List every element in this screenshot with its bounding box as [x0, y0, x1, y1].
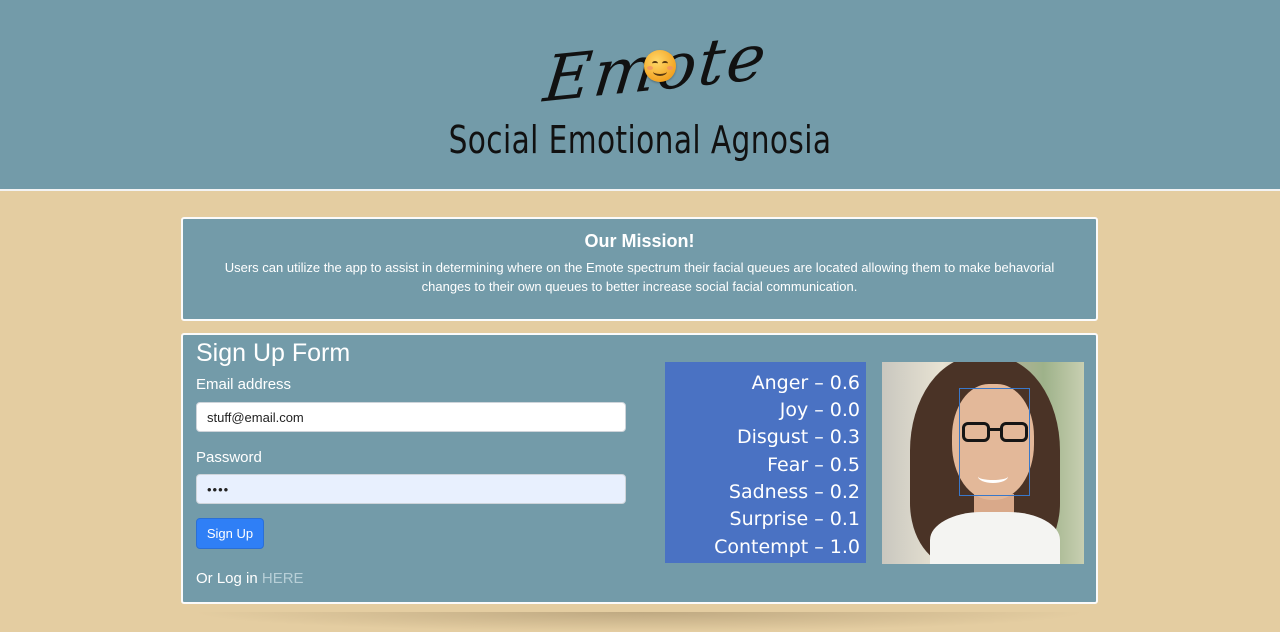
- emotion-score-contempt: Contempt – 1.0: [714, 536, 860, 558]
- password-field[interactable]: [196, 474, 626, 504]
- emotion-score-disgust: Disgust – 0.3: [736, 426, 860, 448]
- mission-panel: Our Mission! Users can utilize the app t…: [181, 217, 1098, 321]
- emotion-scores-panel: Anger – 0.6 Joy – 0.0 Disgust – 0.3 Fear…: [665, 362, 866, 563]
- email-label: Email address: [196, 376, 292, 393]
- emotion-score-fear: Fear – 0.5: [767, 454, 860, 476]
- mission-text: Users can utilize the app to assist in d…: [224, 260, 1055, 294]
- site-header: Emote Social Emotional Agnosia: [0, 0, 1280, 191]
- sign-up-button[interactable]: Sign Up: [196, 518, 264, 549]
- emotion-score-sadness: Sadness – 0.2: [728, 481, 860, 503]
- site-subtitle: Social Emotional Agnosia: [448, 118, 832, 162]
- mission-title: Our Mission!: [584, 231, 695, 251]
- signup-title: Sign Up Form: [196, 339, 351, 367]
- face-detection-photo: [882, 362, 1084, 564]
- login-here-link[interactable]: HERE: [262, 570, 304, 587]
- emotion-score-anger: Anger – 0.6: [751, 372, 860, 394]
- face-detection-box: [959, 388, 1030, 496]
- emotion-score-joy: Joy – 0.0: [779, 399, 860, 421]
- email-field[interactable]: [196, 402, 626, 432]
- smiley-emoji-icon: [644, 50, 676, 82]
- emotion-score-surprise: Surprise – 0.1: [729, 508, 860, 530]
- signup-panel: Sign Up Form Email address Password Sign…: [181, 333, 1098, 604]
- password-label: Password: [196, 449, 262, 466]
- login-prefix: Or Log in: [196, 570, 258, 587]
- login-prompt: Or Log in HERE: [196, 570, 304, 587]
- bottom-shadow: [190, 612, 1090, 632]
- emote-logo: Emote: [540, 21, 771, 118]
